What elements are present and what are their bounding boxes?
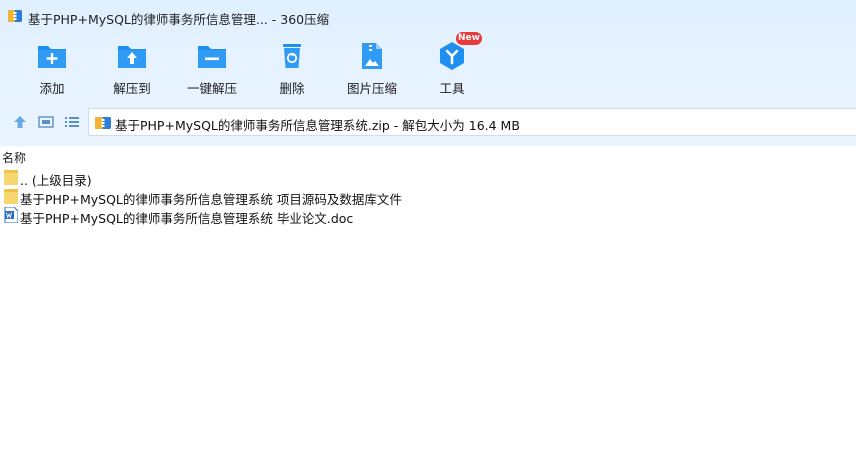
path-bar[interactable]: 基于PHP+MySQL的律师事务所信息管理系统.zip - 解包大小为 16.4… — [88, 108, 856, 136]
list-item[interactable]: .. (上级目录) — [0, 168, 856, 188]
list-item[interactable]: 基于PHP+MySQL的律师事务所信息管理系统 项目源码及数据库文件 — [0, 187, 856, 207]
tools-label: 工具 — [439, 81, 465, 96]
thumbnail-view-icon[interactable] — [37, 114, 55, 130]
folder-icon — [4, 170, 18, 185]
list-item[interactable]: 基于PHP+MySQL的律师事务所信息管理系统 毕业论文.doc — [0, 206, 856, 226]
one-click-extract-button[interactable]: 一键解压 — [172, 36, 252, 100]
delete-button[interactable]: 删除 — [252, 36, 332, 100]
list-item-name: 基于PHP+MySQL的律师事务所信息管理系统 毕业论文.doc — [20, 211, 354, 226]
tools-button[interactable]: New 工具 — [412, 32, 492, 100]
up-arrow-icon[interactable] — [11, 114, 29, 130]
list-view-icon[interactable] — [63, 114, 81, 130]
image-compress-label: 图片压缩 — [346, 81, 397, 96]
column-header-name[interactable]: 名称 — [2, 149, 26, 166]
toolbar: 添加 解压到 一键解压 删除 图片压缩 New 工具 — [0, 32, 856, 100]
word-doc-icon — [4, 207, 18, 223]
extract-to-icon — [118, 46, 146, 68]
list-header: 名称 — [0, 146, 856, 166]
add-folder-icon — [38, 46, 66, 68]
title-bar: 基于PHP+MySQL的律师事务所信息管理... - 360压缩 — [0, 0, 856, 34]
delete-label: 删除 — [279, 81, 305, 96]
archive-app-icon — [8, 10, 22, 22]
add-button[interactable]: 添加 — [12, 36, 92, 100]
archive-path-text: 基于PHP+MySQL的律师事务所信息管理系统.zip - 解包大小为 16.4… — [115, 118, 520, 133]
new-badge: New — [456, 32, 482, 45]
extract-to-label: 解压到 — [113, 81, 151, 96]
zip-file-icon — [95, 117, 111, 129]
extract-to-button[interactable]: 解压到 — [92, 36, 172, 100]
image-compress-button[interactable]: 图片压缩 — [332, 36, 412, 100]
trash-icon — [283, 44, 301, 68]
folder-icon — [4, 189, 18, 204]
one-click-extract-icon — [198, 46, 226, 68]
one-click-extract-label: 一键解压 — [186, 81, 237, 96]
image-compress-icon — [362, 43, 382, 69]
window-title: 基于PHP+MySQL的律师事务所信息管理... - 360压缩 — [28, 12, 330, 27]
add-label: 添加 — [39, 81, 65, 96]
